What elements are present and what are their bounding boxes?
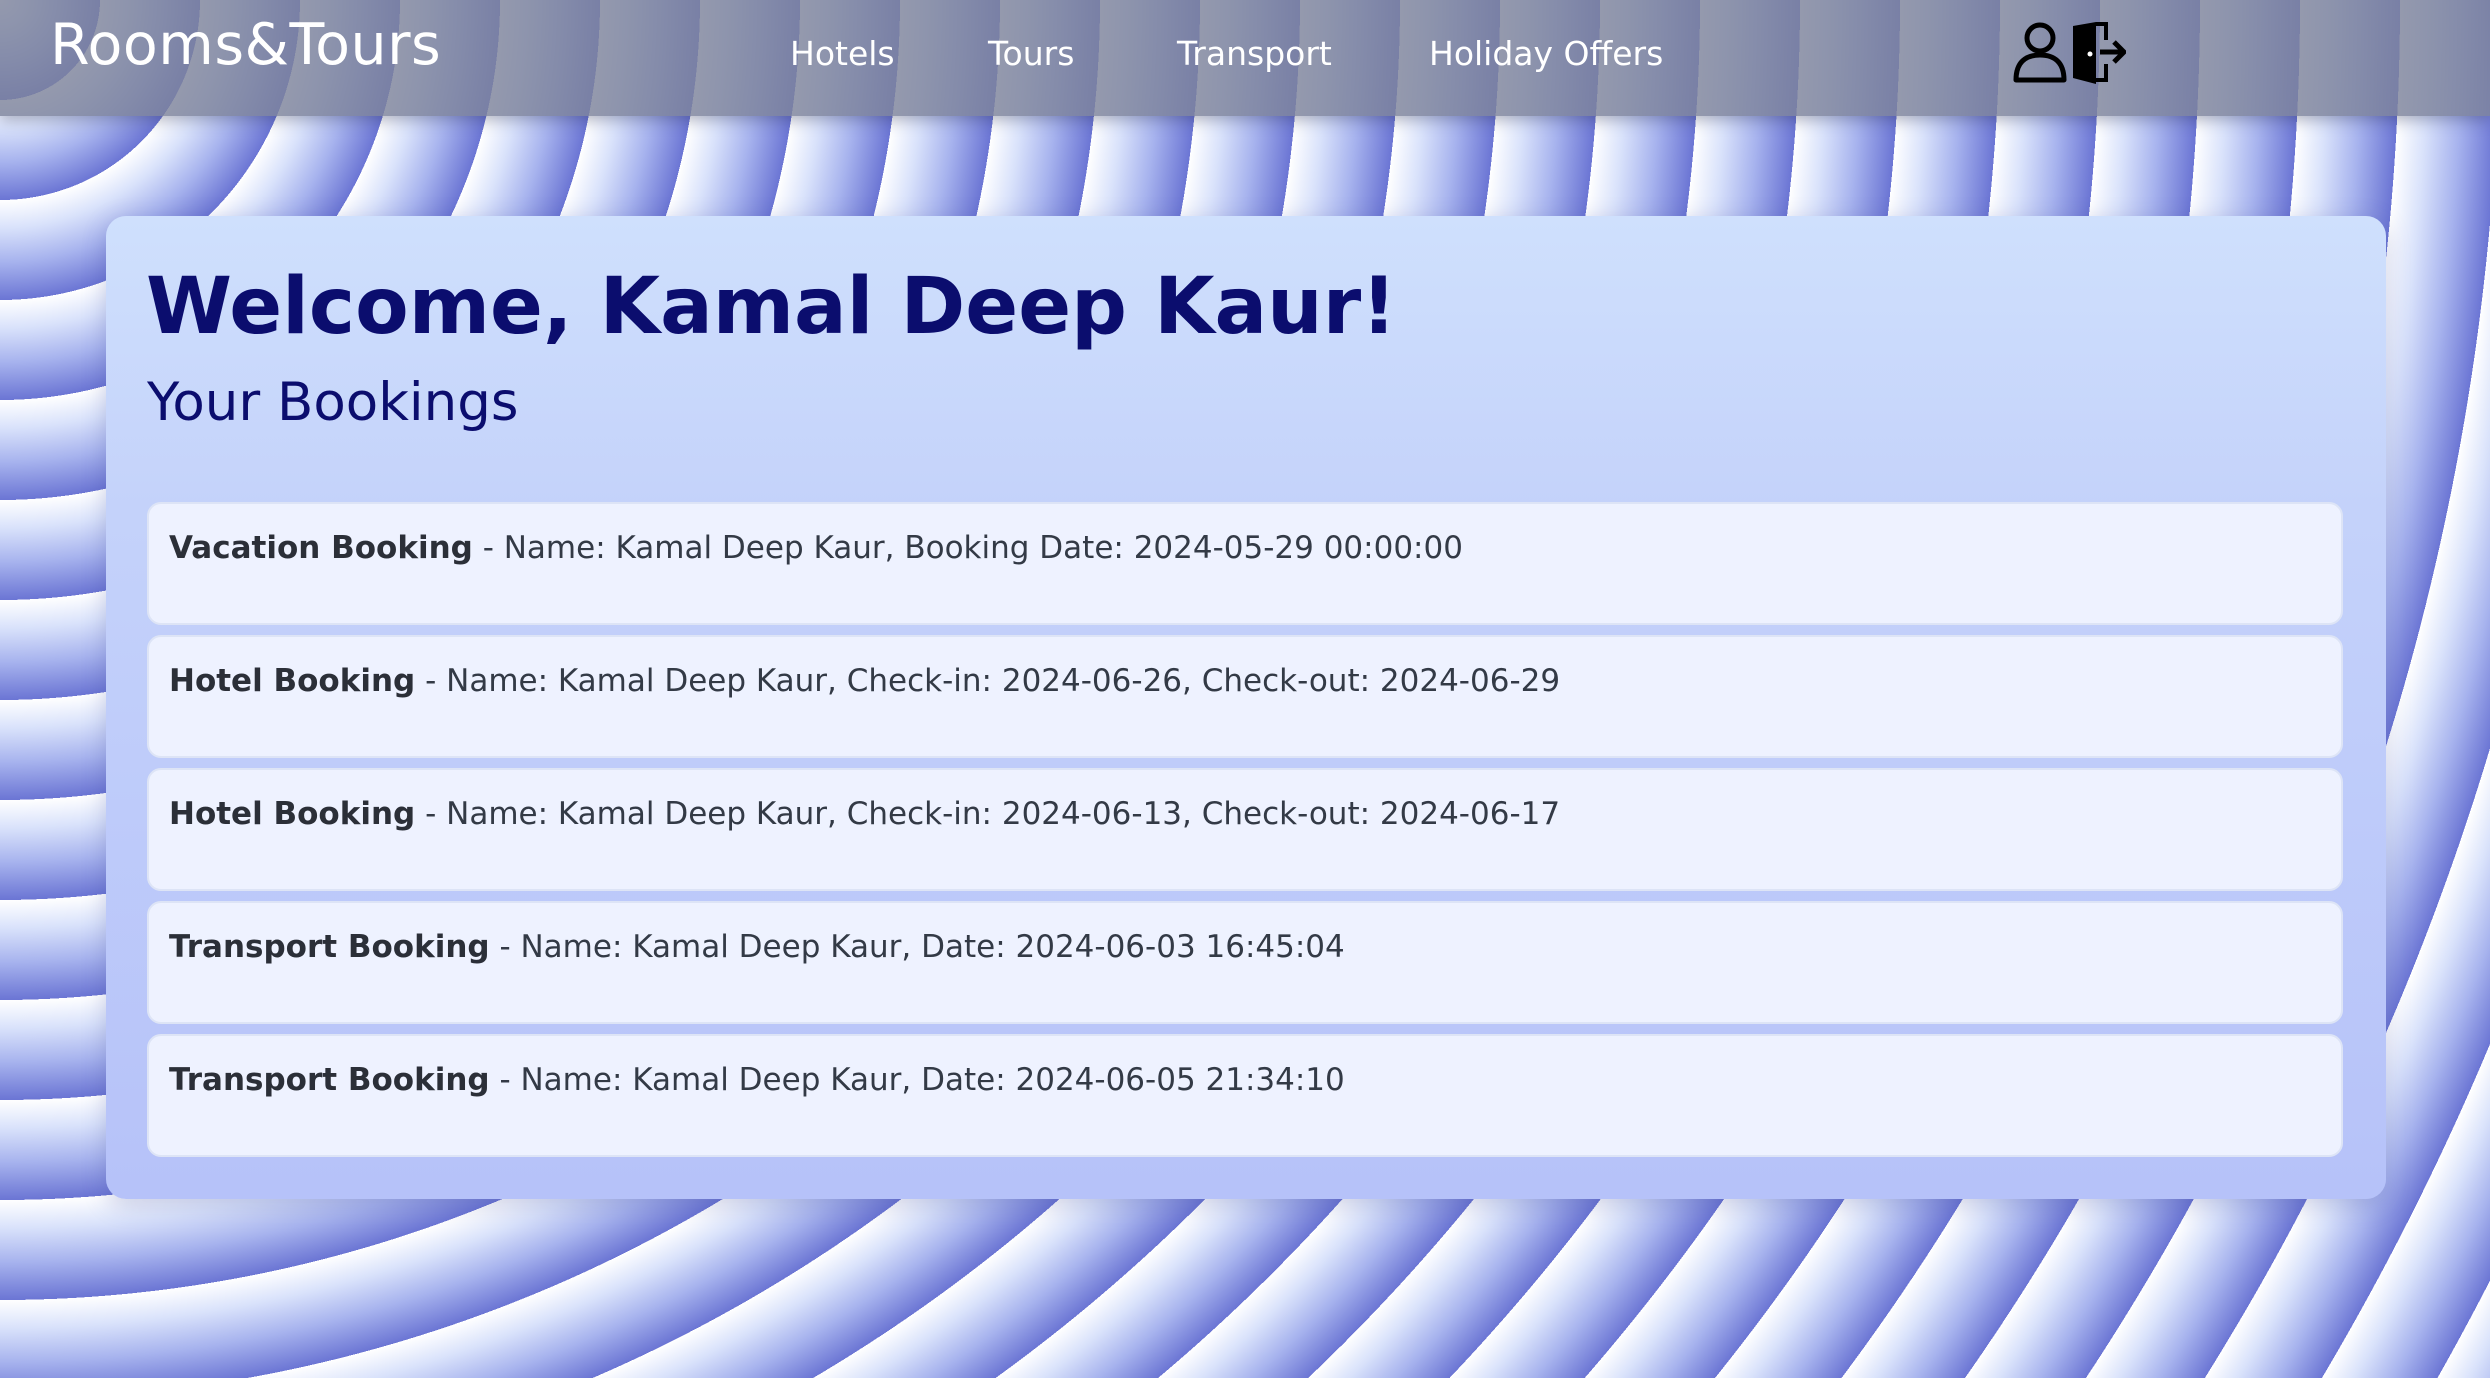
user-icon[interactable]	[2012, 20, 2068, 86]
booking-details: - Name: Kamal Deep Kaur, Check-in: 2024-…	[415, 796, 1561, 832]
bookings-subtitle: Your Bookings	[147, 372, 519, 433]
booking-type: Hotel Booking	[169, 796, 416, 832]
booking-details: - Name: Kamal Deep Kaur, Date: 2024-06-0…	[489, 1062, 1345, 1098]
booking-item: Hotel Booking - Name: Kamal Deep Kaur, C…	[147, 635, 2343, 758]
booking-details: - Name: Kamal Deep Kaur, Check-in: 2024-…	[415, 663, 1561, 699]
nav-link-tours[interactable]: Tours	[988, 34, 1074, 73]
bookings-panel: Welcome, Kamal Deep Kaur! Your Bookings …	[106, 216, 2386, 1199]
booking-item: Hotel Booking - Name: Kamal Deep Kaur, C…	[147, 768, 2343, 891]
booking-item: Transport Booking - Name: Kamal Deep Kau…	[147, 1034, 2343, 1157]
booking-details: - Name: Kamal Deep Kaur, Booking Date: 2…	[472, 530, 1463, 566]
booking-type: Transport Booking	[169, 929, 490, 965]
logout-icon[interactable]	[2070, 20, 2128, 86]
welcome-heading: Welcome, Kamal Deep Kaur!	[146, 262, 1397, 352]
nav-link-hotels[interactable]: Hotels	[790, 34, 895, 73]
booking-type: Vacation Booking	[169, 530, 473, 566]
booking-details: - Name: Kamal Deep Kaur, Date: 2024-06-0…	[489, 929, 1345, 965]
bookings-list: Vacation Booking - Name: Kamal Deep Kaur…	[147, 502, 2343, 1167]
nav-link-transport[interactable]: Transport	[1177, 34, 1332, 73]
booking-item: Transport Booking - Name: Kamal Deep Kau…	[147, 901, 2343, 1024]
booking-type: Hotel Booking	[169, 663, 416, 699]
booking-type: Transport Booking	[169, 1062, 490, 1098]
brand-logo-link[interactable]: Rooms&Tours	[50, 12, 441, 78]
top-navbar: Rooms&Tours Hotels Tours Transport Holid…	[0, 0, 2490, 116]
booking-item: Vacation Booking - Name: Kamal Deep Kaur…	[147, 502, 2343, 625]
nav-link-holiday-offers[interactable]: Holiday Offers	[1429, 34, 1663, 73]
